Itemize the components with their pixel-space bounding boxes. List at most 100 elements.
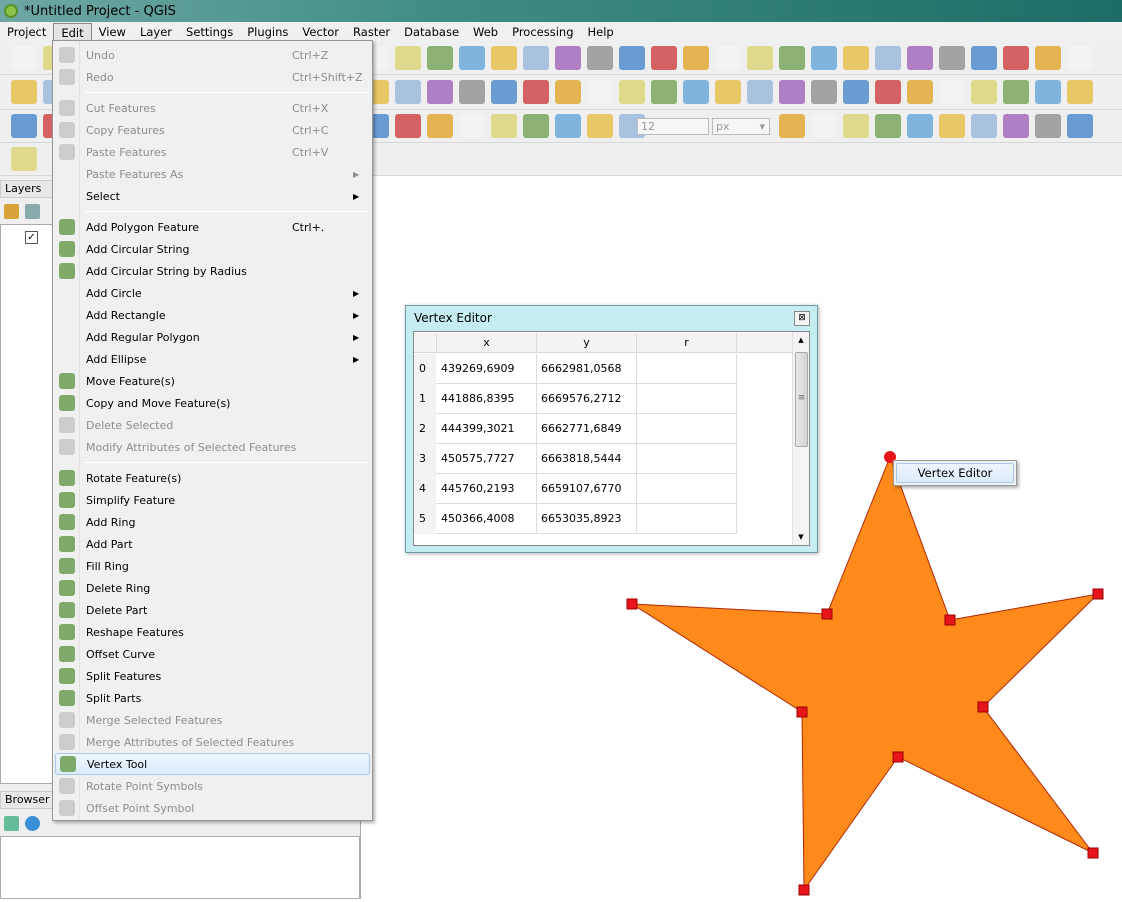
menu-item-select[interactable]: Select ▶ [55,185,370,207]
cell-y[interactable]: 6653035,8923 [537,504,637,534]
menu-item-reshape-features[interactable]: Reshape Features [55,621,370,643]
menu-item-copy-and-move-feature-s[interactable]: Copy and Move Feature(s) [55,392,370,414]
toolbar-button-icon[interactable] [875,45,901,70]
add-group-icon[interactable] [25,203,40,219]
vertex-marker[interactable] [626,598,638,610]
toolbar-button-icon[interactable] [1003,114,1029,138]
toolbar-button-icon[interactable] [939,114,965,138]
menu-plugins[interactable]: Plugins [240,23,295,41]
column-header-r[interactable]: r [637,333,737,353]
toolbar-button-icon[interactable] [715,45,741,70]
toolbar-button-icon[interactable] [1035,45,1061,70]
toolbar-button-icon[interactable] [555,45,581,70]
toolbar-button-icon[interactable] [587,80,613,104]
table-row[interactable]: 2 444399,3021 6662771,6849 [414,414,737,444]
toolbar-button-icon[interactable] [971,45,997,70]
layer-visibility-checkbox[interactable]: ✓ [25,231,38,244]
menu-item-add-ellipse[interactable]: Add Ellipse ▶ [55,348,370,370]
refresh-icon[interactable] [25,815,40,831]
menu-item-modify-attributes-of-selected-features[interactable]: Modify Attributes of Selected Features [55,436,370,458]
toolbar-button-icon[interactable] [11,114,37,138]
close-button[interactable]: ⊠ [794,311,810,326]
toolbar-button-icon[interactable] [11,80,37,104]
style-brush-icon[interactable] [4,203,19,219]
toolbar-button-icon[interactable] [939,45,965,70]
menu-item-offset-curve[interactable]: Offset Curve [55,643,370,665]
toolbar-button-icon[interactable] [1067,45,1093,70]
cell-y[interactable]: 6662771,6849 [537,414,637,444]
toolbar-button-icon[interactable] [651,80,677,104]
menu-item-redo[interactable]: Redo Ctrl+Shift+Z [55,66,370,88]
toolbar-button-icon[interactable] [1035,80,1061,104]
menu-project[interactable]: Project [0,23,53,41]
toolbar-button-icon[interactable] [811,114,837,138]
cell-x[interactable]: 450366,4008 [437,504,537,534]
toolbar-button-icon[interactable] [427,45,453,70]
cell-y[interactable]: 6663818,5444 [537,444,637,474]
menu-item-add-circle[interactable]: Add Circle ▶ [55,282,370,304]
menu-item-rotate-feature-s[interactable]: Rotate Feature(s) [55,467,370,489]
menu-item-move-feature-s[interactable]: Move Feature(s) [55,370,370,392]
toolbar-button-icon[interactable] [747,45,773,70]
toolbar-button-icon[interactable] [523,80,549,104]
toolbar-button-icon[interactable] [907,80,933,104]
toolbar-button-icon[interactable] [11,147,37,171]
toolbar-button-icon[interactable] [747,80,773,104]
cell-x[interactable]: 450575,7727 [437,444,537,474]
toolbar-button-icon[interactable] [587,114,613,138]
menu-item-add-circular-string-by-radius[interactable]: Add Circular String by Radius [55,260,370,282]
toolbar-button-icon[interactable] [683,45,709,70]
menu-item-delete-selected[interactable]: Delete Selected [55,414,370,436]
table-row[interactable]: 5 450366,4008 6653035,8923 [414,504,737,534]
cell-r[interactable] [637,354,737,384]
menu-settings[interactable]: Settings [179,23,240,41]
menu-item-cut-features[interactable]: Cut Features Ctrl+X [55,97,370,119]
toolbar-button-icon[interactable] [811,80,837,104]
scroll-up-icon[interactable]: ▲ [793,332,809,348]
vertex-marker[interactable] [796,706,808,718]
table-row[interactable]: 1 441886,8395 6669576,2712 [414,384,737,414]
toolbar-button-icon[interactable] [779,114,805,138]
cell-r[interactable] [637,444,737,474]
toolbar-button-icon[interactable] [587,45,613,70]
toolbar-button-icon[interactable] [459,114,485,138]
menu-database[interactable]: Database [397,23,466,41]
toolbar-button-icon[interactable] [459,45,485,70]
menu-vector[interactable]: Vector [295,23,346,41]
add-selected-icon[interactable] [4,815,19,831]
menu-processing[interactable]: Processing [505,23,580,41]
toolbar-button-icon[interactable] [875,80,901,104]
toolbar-button-icon[interactable] [555,114,581,138]
toolbar-button-icon[interactable] [523,114,549,138]
cell-y[interactable]: 6662981,0568 [537,354,637,384]
menu-item-fill-ring[interactable]: Fill Ring [55,555,370,577]
toolbar-button-icon[interactable] [1067,114,1093,138]
table-row[interactable]: 3 450575,7727 6663818,5444 [414,444,737,474]
snap-unit-select[interactable]: px ▾ [712,118,770,135]
menu-item-add-polygon-feature[interactable]: Add Polygon Feature Ctrl+. [55,216,370,238]
toolbar-button-icon[interactable] [907,45,933,70]
toolbar-button-icon[interactable] [683,80,709,104]
cell-r[interactable] [637,474,737,504]
toolbar-button-icon[interactable] [971,114,997,138]
toolbar-button-icon[interactable] [491,80,517,104]
toolbar-button-icon[interactable] [427,80,453,104]
vertex-marker[interactable] [1087,847,1099,859]
vertex-marker[interactable] [977,701,989,713]
toolbar-button-icon[interactable] [715,80,741,104]
scroll-down-icon[interactable]: ▼ [793,529,809,545]
menu-layer[interactable]: Layer [133,23,179,41]
cell-r[interactable] [637,384,737,414]
menu-item-paste-features[interactable]: Paste Features Ctrl+V [55,141,370,163]
column-header-y[interactable]: y [537,333,637,353]
vertex-marker[interactable] [1092,588,1104,600]
menu-item-undo[interactable]: Undo Ctrl+Z [55,44,370,66]
toolbar-button-icon[interactable] [843,114,869,138]
cell-x[interactable]: 445760,2193 [437,474,537,504]
toolbar-button-icon[interactable] [875,114,901,138]
cell-x[interactable]: 439269,6909 [437,354,537,384]
toolbar-button-icon[interactable] [907,114,933,138]
menu-item-add-regular-polygon[interactable]: Add Regular Polygon ▶ [55,326,370,348]
toolbar-button-icon[interactable] [395,45,421,70]
menu-item-paste-features-as[interactable]: Paste Features As ▶ [55,163,370,185]
